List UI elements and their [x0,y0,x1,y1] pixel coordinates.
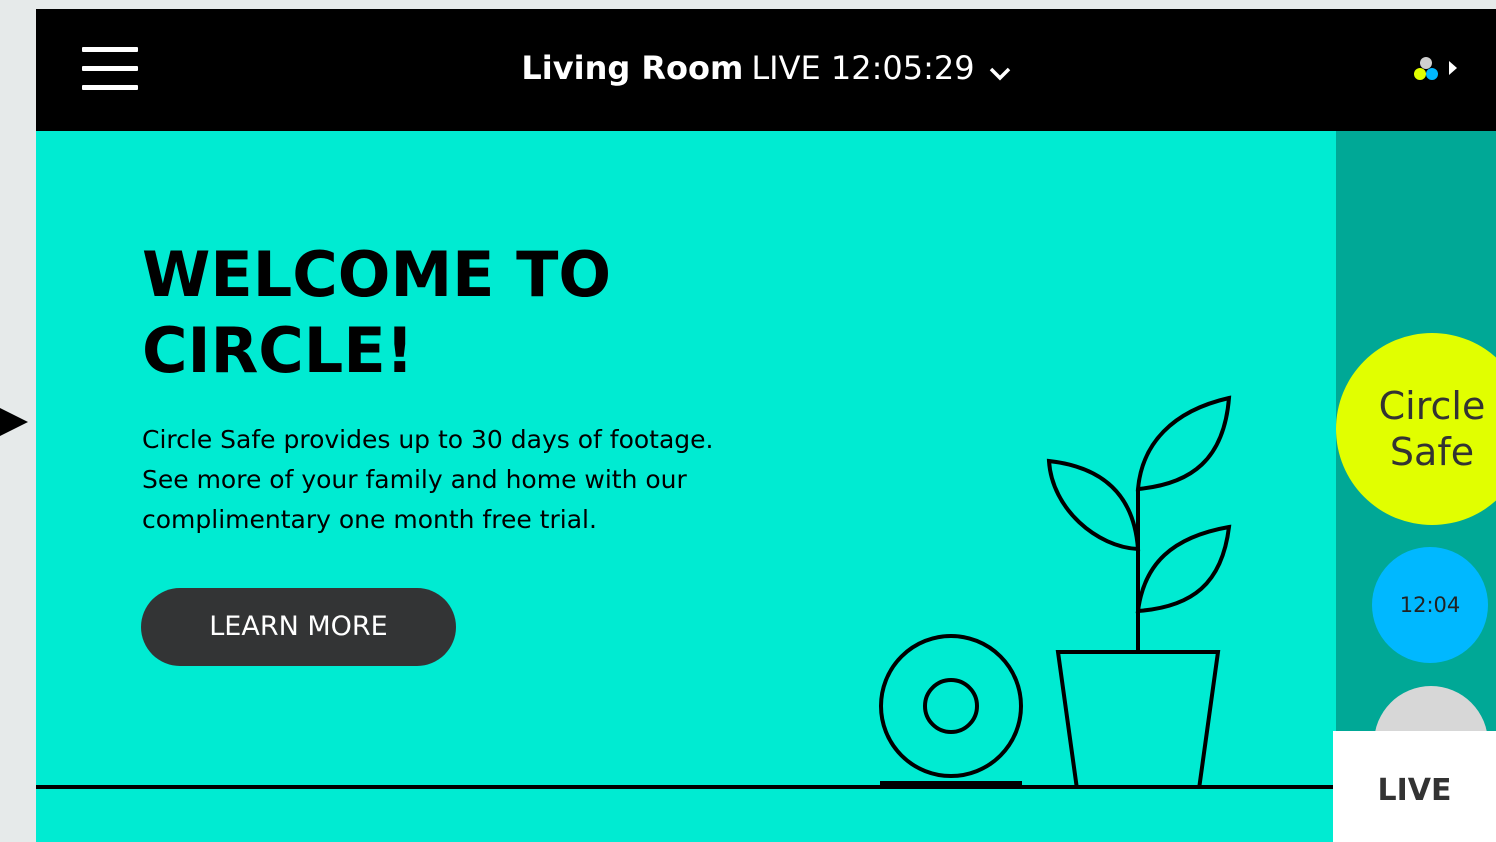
camera-selector[interactable]: Living Room LIVE 12:05:29 [36,47,1496,91]
welcome-description: Circle Safe provides up to 30 days of fo… [142,420,862,540]
live-timestamp: LIVE 12:05:29 [751,49,975,87]
circle-safe-label-line1: Circle [1378,384,1486,428]
event-time: 12:04 [1399,593,1461,617]
welcome-heading: WELCOME TO CIRCLE! [142,237,611,389]
description-line1: Circle Safe provides up to 30 days of fo… [142,425,714,454]
camera-room-name: Living Room [521,49,744,87]
account-dots-icon[interactable] [1412,54,1460,88]
floor-line [36,785,1336,789]
camera-illustration [879,634,1023,785]
learn-more-button[interactable]: LEARN MORE [141,588,456,666]
welcome-heading-line1: WELCOME TO [142,238,612,311]
camera-and-plant-illustration [879,395,1232,789]
previous-arrow-icon[interactable] [0,408,28,436]
event-bubble[interactable]: 12:04 [1372,547,1488,663]
circle-app-window: Living Room LIVE 12:05:29 WELCOME TO CIRC… [36,9,1496,842]
top-bar: Living Room LIVE 12:05:29 [36,9,1496,131]
welcome-heading-line2: CIRCLE! [142,314,414,387]
description-line2: See more of your family and home with ou… [142,465,687,494]
chevron-down-icon[interactable] [989,49,1011,91]
circle-safe-label-line2: Safe [1389,430,1475,474]
live-button[interactable]: LIVE [1333,731,1496,842]
description-line3: complimentary one month free trial. [142,505,597,534]
plant-illustration [1046,395,1232,789]
